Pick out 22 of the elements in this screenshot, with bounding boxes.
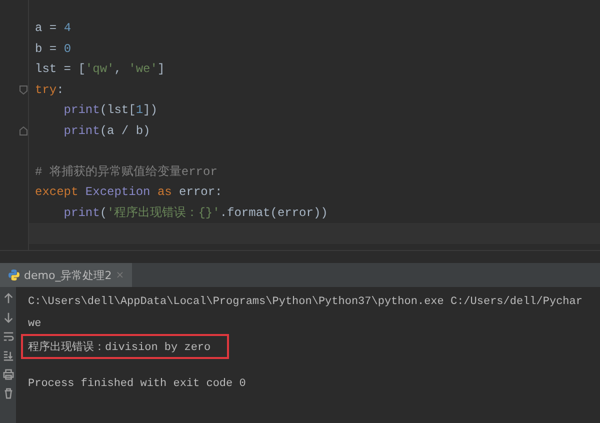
code-line: print('程序出现错误：{}'.format(error)) <box>62 205 328 222</box>
fold-icon[interactable] <box>19 84 28 95</box>
console-output-line: Process finished with exit code 0 <box>27 377 247 392</box>
code-line: a = 4 <box>35 21 72 36</box>
up-arrow-icon[interactable] <box>2 293 14 304</box>
code-line: b = 0 <box>35 42 72 56</box>
soft-wrap-icon[interactable] <box>2 331 14 342</box>
console-output-line: C:\Users\dell\AppData\Local\Programs\Python\Python37\python.exe C:/Users/dell/Pychar <box>27 295 584 310</box>
python-icon <box>8 269 20 281</box>
code-line: print(lst[1]) <box>62 103 158 118</box>
scroll-to-end-icon[interactable] <box>2 350 14 361</box>
code-line: print(a / b) <box>62 124 150 138</box>
run-tab[interactable]: demo_异常处理2 × <box>0 263 132 287</box>
down-arrow-icon[interactable] <box>2 312 14 323</box>
code-line: try: <box>35 82 64 97</box>
console-output-line: we <box>27 317 42 332</box>
fold-icon[interactable] <box>19 126 28 136</box>
print-icon[interactable] <box>2 369 14 380</box>
code-line: lst = ['qw', 'we'] <box>35 62 165 76</box>
code-line: except Exception as error: <box>35 185 222 200</box>
code-line: # 将捕获的异常赋值给变量error <box>35 164 218 180</box>
trash-icon[interactable] <box>2 388 14 399</box>
